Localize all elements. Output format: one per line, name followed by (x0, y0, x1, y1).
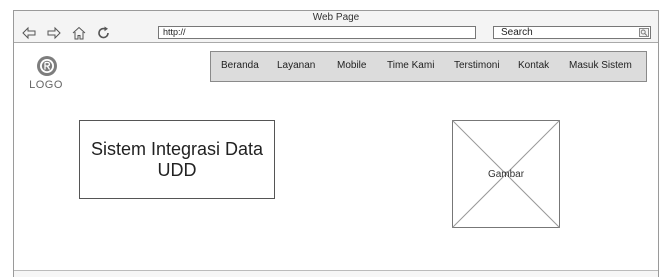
logo[interactable]: LOGO (24, 55, 68, 101)
home-icon[interactable] (71, 26, 87, 40)
browser-window: Web Page http:// Search LOGO Beranda Lay… (13, 10, 659, 277)
main-nav: Beranda Layanan Mobile Time Kami Terstim… (210, 51, 647, 82)
nav-item-time-kami[interactable]: Time Kami (387, 60, 434, 71)
nav-item-beranda[interactable]: Beranda (221, 60, 259, 71)
search-label: Search (501, 27, 533, 38)
browser-toolbar: Web Page http:// Search (14, 11, 658, 43)
forward-icon[interactable] (46, 26, 62, 40)
search-field[interactable]: Search (493, 26, 651, 39)
back-icon[interactable] (21, 26, 37, 40)
hero-title: Sistem Integrasi Data UDD (79, 120, 275, 199)
window-title: Web Page (312, 12, 360, 23)
nav-item-terstimoni[interactable]: Terstimoni (454, 60, 500, 71)
nav-item-layanan[interactable]: Layanan (277, 60, 315, 71)
reload-icon[interactable] (96, 26, 112, 40)
image-placeholder: Gambar (452, 120, 560, 228)
address-bar[interactable]: http:// (158, 26, 476, 39)
search-icon[interactable] (639, 28, 649, 37)
nav-item-mobile[interactable]: Mobile (337, 60, 366, 71)
nav-item-masuk-sistem[interactable]: Masuk Sistem (569, 60, 632, 71)
registered-logo-icon (36, 55, 58, 77)
image-label: Gambar (487, 169, 525, 180)
page-footer-edge (14, 270, 658, 277)
nav-item-kontak[interactable]: Kontak (518, 60, 549, 71)
logo-text: LOGO (29, 79, 63, 91)
